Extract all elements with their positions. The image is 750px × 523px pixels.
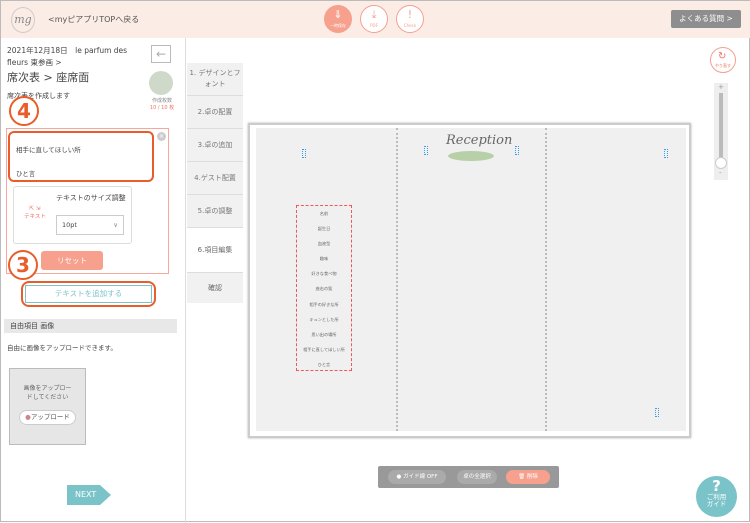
check-button[interactable]: ! Check bbox=[396, 5, 424, 33]
step-design[interactable]: 1. デザインとフォント bbox=[187, 63, 243, 96]
close-icon[interactable]: × bbox=[157, 132, 166, 141]
text-marker[interactable] bbox=[302, 149, 306, 158]
exclamation-icon: ! bbox=[407, 8, 413, 21]
select-all-button[interactable]: 卓の全選択 bbox=[457, 470, 497, 484]
delete-button[interactable]: 🗑 削除 bbox=[506, 470, 550, 484]
help-guide-button[interactable]: ? ご利用ガイド bbox=[696, 476, 737, 517]
confirm-step[interactable]: 確認 bbox=[187, 273, 243, 303]
zoom-handle[interactable] bbox=[715, 157, 727, 169]
redo-button[interactable]: ↻ やり直す bbox=[710, 47, 736, 73]
upload-button[interactable]: ●アップロード bbox=[19, 410, 76, 425]
upload-box: 画像をアップロードしてください ●アップロード bbox=[9, 368, 86, 445]
chevron-down-icon: ∨ bbox=[113, 221, 118, 229]
add-text-button[interactable]: テキストを追加する bbox=[21, 281, 156, 307]
guide-toggle[interactable]: ● ガイド線 OFF bbox=[388, 470, 446, 484]
resize-icon: ⇱ ⇲ テキスト bbox=[24, 206, 46, 220]
text-marker[interactable] bbox=[424, 146, 428, 155]
redo-icon: ↻ bbox=[718, 51, 727, 62]
trash-icon: 🗑 bbox=[518, 474, 527, 480]
faq-button[interactable]: よくある質問 > bbox=[671, 10, 741, 28]
step-adjust[interactable]: 5.卓の調整 bbox=[187, 195, 243, 228]
text-marker[interactable] bbox=[655, 408, 659, 417]
font-size-select[interactable]: 10pt ∨ bbox=[56, 215, 124, 235]
step-guest[interactable]: 4.ゲスト配置 bbox=[187, 162, 243, 195]
header: mg <myピアプリTOPへ戻る ⇓ 一時保存 ⤓ PDF ! Check よくある質… bbox=[1, 1, 750, 38]
step-layout[interactable]: 2.卓の配置 bbox=[187, 96, 243, 129]
page-title: 席次表 > 座席面 bbox=[7, 71, 90, 84]
steps-nav: 1. デザインとフォント 2.卓の配置 3.卓の追加 4.ゲスト配置 5.卓の調… bbox=[187, 63, 243, 273]
step-add-table[interactable]: 3.卓の追加 bbox=[187, 129, 243, 162]
breadcrumb[interactable]: 2021年12月18日 le parfum des fleurs 東参画 > bbox=[7, 45, 147, 69]
profile-items[interactable]: 名前 誕生日 血液型 趣味 好きな食べ物 座右の銘 相手の好きな所 キュンとした所 思い出の場所… bbox=[296, 205, 352, 371]
collapse-arrow-icon[interactable]: ← bbox=[151, 45, 171, 63]
step-items[interactable]: 6.項目編集 bbox=[187, 228, 243, 273]
step-badge-4: 4 bbox=[9, 96, 39, 126]
text-marker[interactable] bbox=[515, 146, 519, 155]
text-marker[interactable] bbox=[664, 149, 668, 158]
fold-line bbox=[545, 128, 547, 431]
save-button[interactable]: ⇓ 一時保存 bbox=[324, 5, 352, 33]
pdf-button[interactable]: ⤓ PDF bbox=[360, 5, 388, 33]
download-icon: ⇓ bbox=[333, 8, 343, 21]
reception-title: Reception bbox=[446, 133, 513, 148]
step-badge-3: 3 bbox=[8, 250, 38, 280]
zoom-slider[interactable]: + - bbox=[714, 83, 728, 180]
section-desc: 自由に画像をアップロードできます。 bbox=[7, 344, 117, 352]
size-label: テキストのサイズ調整 bbox=[56, 194, 126, 202]
flower-decoration bbox=[448, 151, 494, 161]
text-input[interactable]: 相手に直してほしい所 ひと言 bbox=[8, 131, 154, 182]
fold-line bbox=[396, 128, 398, 431]
pdf-download-icon: ⤓ bbox=[371, 8, 377, 21]
reset-button[interactable]: リセット bbox=[41, 251, 103, 270]
logo: mg bbox=[11, 7, 35, 33]
section-header: 自由項目 画像 bbox=[4, 319, 177, 333]
count: 作成枚数 10 / 10 枚 bbox=[149, 98, 175, 111]
design-thumbnail bbox=[149, 71, 173, 95]
back-link[interactable]: <myピアプリTOPへ戻る bbox=[48, 14, 139, 25]
